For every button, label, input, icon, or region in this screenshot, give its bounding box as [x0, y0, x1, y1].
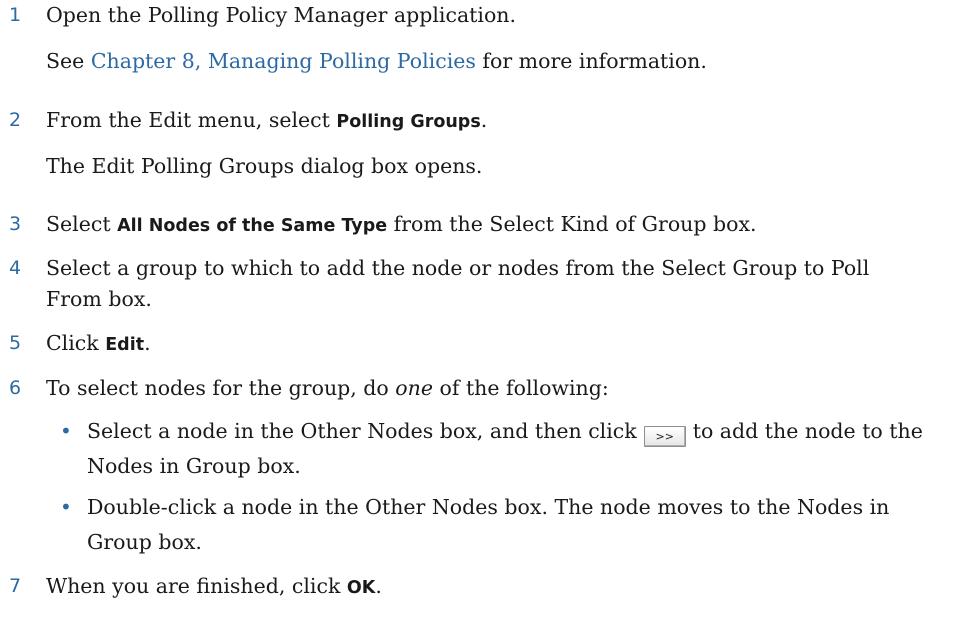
- step-text: When you are finished, click OK.: [46, 571, 926, 604]
- step-text-pre: Click: [46, 331, 106, 355]
- step-text-post: .: [144, 331, 151, 355]
- step-number: 1: [9, 4, 22, 26]
- step-number: 5: [9, 332, 22, 354]
- step-text-post: of the following:: [432, 376, 609, 400]
- bullet-text: Double-click a node in the Other Nodes b…: [87, 495, 890, 554]
- bullet-text-pre: Select a node in the Other Nodes box, an…: [87, 419, 637, 443]
- step-text-post: .: [480, 108, 488, 132]
- bullet-icon: •: [60, 495, 72, 519]
- step-text: Click Edit.: [46, 328, 926, 361]
- result-text: The Edit Polling Groups dialog box opens…: [46, 154, 483, 178]
- step-text: Select a group to which to add the node …: [46, 256, 870, 311]
- ui-label-ok: OK: [346, 578, 376, 598]
- step-text-pre: When you are finished, click: [46, 574, 347, 598]
- step-text: From the Edit menu, select Polling Group…: [46, 105, 926, 138]
- note-suffix: for more information.: [475, 49, 707, 73]
- bullet-icon: •: [60, 419, 72, 443]
- step-text-post: from the Select Kind of Group box.: [387, 212, 757, 236]
- step-text-pre: From the Edit menu, select: [46, 108, 337, 132]
- note-prefix: See: [46, 49, 91, 73]
- step-text-pre: Select: [46, 212, 118, 236]
- chapter-link[interactable]: Chapter 8, Managing Polling Policies: [91, 49, 476, 73]
- step-number: 3: [9, 213, 22, 235]
- ui-label-polling-groups: Polling Groups: [336, 112, 481, 132]
- step-number: 2: [9, 109, 22, 131]
- move-right-button[interactable]: >>: [643, 426, 686, 447]
- ui-label-all-nodes: All Nodes of the Same Type: [117, 216, 388, 236]
- step-text-post: .: [375, 574, 382, 598]
- ui-label-edit: Edit: [105, 335, 145, 355]
- step-text: Open the Polling Policy Manager applicat…: [46, 3, 517, 27]
- step-text-pre: To select nodes for the group, do: [46, 376, 396, 400]
- step-text: To select nodes for the group, do one of…: [46, 373, 926, 404]
- note-text: See Chapter 8, Managing Polling Policies…: [46, 46, 926, 77]
- bullet-text: Select a node in the Other Nodes box, an…: [87, 414, 947, 484]
- step-number: 6: [9, 377, 22, 399]
- emphasis-one: one: [395, 376, 433, 400]
- step-text: Select All Nodes of the Same Type from t…: [46, 209, 926, 242]
- step-number: 7: [9, 575, 22, 597]
- step-number: 4: [9, 257, 22, 279]
